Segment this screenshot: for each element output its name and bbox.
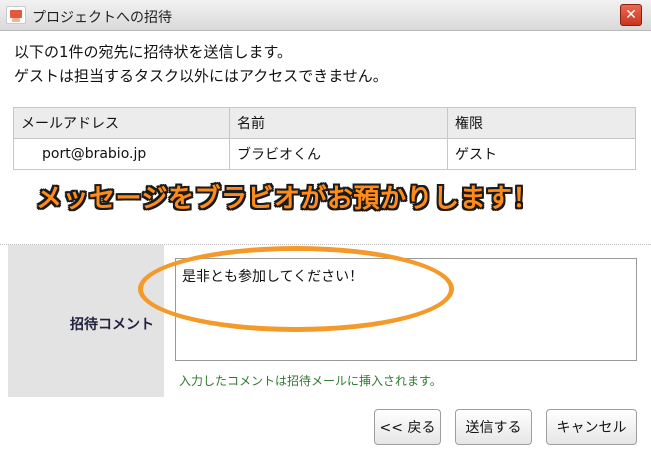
- recipient-email: port@brabio.jp: [13, 138, 230, 170]
- window-title: プロジェクトへの招待: [32, 10, 172, 26]
- intro-line-1: 以下の1件の宛先に招待状を送信します。: [14, 43, 293, 61]
- table-row: port@brabio.jp ブラビオくん ゲスト: [13, 138, 636, 170]
- invitation-mail-icon: [6, 6, 26, 24]
- intro-text: 以下の1件の宛先に招待状を送信します。 ゲストは担当するタスク以外にはアクセスで…: [14, 40, 388, 88]
- comment-label-cell: 招待コメント: [8, 245, 164, 397]
- comment-hint: 入力したコメントは招待メールに挿入されます。: [179, 374, 442, 388]
- send-button[interactable]: 送信する: [455, 409, 532, 445]
- table-header-row: メールアドレス 名前 権限: [13, 107, 636, 139]
- recipient-permission: ゲスト: [447, 138, 636, 170]
- comment-textarea[interactable]: 是非とも参加してください！: [175, 258, 637, 361]
- comment-label: 招待コメント: [70, 317, 154, 333]
- recipient-name: ブラビオくん: [229, 138, 448, 170]
- annotation-banner: メッセージをブラビオがお預かりします！: [36, 184, 539, 214]
- recipients-table: メールアドレス 名前 権限 port@brabio.jp ブラビオくん ゲスト: [13, 107, 636, 170]
- title-bar: プロジェクトへの招待 ✕: [0, 0, 651, 31]
- column-header-name: 名前: [229, 107, 448, 139]
- column-header-permission: 権限: [447, 107, 636, 139]
- back-button[interactable]: << 戻る: [374, 409, 441, 445]
- close-button[interactable]: ✕: [620, 4, 642, 26]
- close-icon: ✕: [625, 7, 637, 23]
- column-header-email: メールアドレス: [13, 107, 230, 139]
- cancel-button[interactable]: キャンセル: [546, 409, 637, 445]
- intro-line-2: ゲストは担当するタスク以外にはアクセスできません。: [14, 67, 388, 85]
